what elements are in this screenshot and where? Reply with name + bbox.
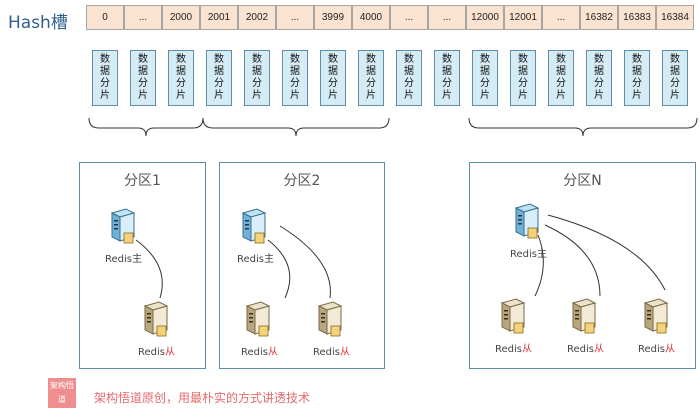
slave-label: Redis从 — [241, 347, 278, 358]
brand-badge: 架构悟道 — [48, 378, 76, 408]
server-master-icon — [512, 202, 542, 240]
server-slave-icon — [569, 297, 599, 335]
master-label: Redis主 — [237, 254, 274, 265]
replication-link — [267, 239, 291, 299]
slave-label: Redis从 — [638, 344, 675, 355]
replication-link — [544, 224, 601, 297]
server-slave-icon — [243, 300, 273, 338]
server-slave-icon — [498, 297, 528, 335]
slave-label: Redis从 — [138, 347, 175, 358]
footer-caption: 架构悟道原创，用最朴实的方式讲透技术 — [94, 391, 311, 405]
server-slave-icon — [141, 300, 171, 338]
server-master-icon — [108, 207, 138, 245]
server-slave-icon — [641, 297, 671, 335]
slave-label: Redis从 — [567, 344, 604, 355]
diagram-canvas: Hash槽 0... 2000 2001 2002... 3999 4000...... 1… — [0, 0, 700, 414]
master-label: Redis主 — [510, 249, 547, 260]
server-master-icon — [239, 207, 269, 245]
replication-link — [135, 239, 163, 299]
slave-label: Redis从 — [313, 347, 350, 358]
server-slave-icon — [315, 300, 345, 338]
replication-link — [279, 225, 331, 299]
master-label: Redis主 — [105, 254, 142, 265]
slave-label: Redis从 — [495, 344, 532, 355]
replication-link — [547, 214, 666, 291]
